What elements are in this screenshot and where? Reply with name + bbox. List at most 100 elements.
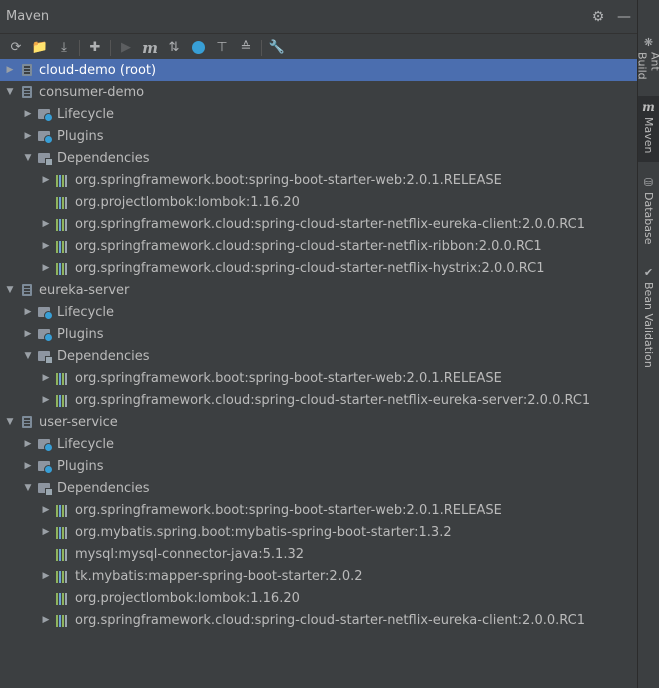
- minimize-icon[interactable]: —: [611, 4, 637, 30]
- tree-node-folder[interactable]: ▶ Plugins: [0, 323, 637, 345]
- tree-node-dependency[interactable]: ▶ org.springframework.cloud:spring-cloud-…: [0, 389, 637, 411]
- expanded-arrow-icon[interactable]: ▼: [3, 411, 17, 433]
- settings-wrench-icon[interactable]: 🔧: [265, 36, 289, 60]
- plus-icon[interactable]: ✚: [83, 36, 107, 60]
- tree-node-label: Plugins: [57, 326, 104, 342]
- tool-window-header: Maven ⚙ —: [0, 0, 637, 34]
- bean-validation-icon: ✔: [643, 266, 654, 279]
- collapsed-arrow-icon[interactable]: ▶: [39, 389, 53, 411]
- tree-node-dependency[interactable]: ▶org.projectlombok:lombok:1.16.20: [0, 587, 637, 609]
- tree-node-dependency[interactable]: ▶ org.springframework.cloud:spring-cloud-…: [0, 235, 637, 257]
- tree-node-label: mysql:mysql-connector-java:5.1.32: [75, 546, 305, 562]
- collapsed-arrow-icon[interactable]: ▶: [39, 213, 53, 235]
- collapsed-arrow-icon[interactable]: ▶: [39, 499, 53, 521]
- tree-node-folder[interactable]: ▶ Lifecycle: [0, 301, 637, 323]
- library-icon: [55, 525, 71, 539]
- tree-node-label: org.springframework.boot:spring-boot-sta…: [75, 370, 502, 386]
- tree-node-label: org.projectlombok:lombok:1.16.20: [75, 194, 300, 210]
- stripe-button-ant-build[interactable]: ❋ Ant Build: [635, 32, 659, 92]
- maven-module-icon: [19, 62, 35, 78]
- maven-module-icon: [19, 282, 35, 298]
- tree-node-label: Plugins: [57, 458, 104, 474]
- maven-toolbar: ⟳ 📁 ⤓ ✚ ▶ m ⇅ ⊤ ≙ 🔧: [0, 34, 637, 62]
- add-maven-project-icon[interactable]: 📁: [28, 36, 52, 60]
- tree-node-dependency[interactable]: ▶ org.springframework.cloud:spring-cloud-…: [0, 257, 637, 279]
- tree-node-folder[interactable]: ▶ Plugins: [0, 125, 637, 147]
- library-icon: [55, 591, 71, 605]
- tree-node-module[interactable]: ▼ user-service: [0, 411, 637, 433]
- maven-m-icon: m: [642, 100, 655, 114]
- folder-gear-icon: [37, 326, 53, 342]
- collapsed-arrow-icon[interactable]: ▶: [21, 455, 35, 477]
- collapsed-arrow-icon[interactable]: ▶: [39, 609, 53, 631]
- tree-node-folder[interactable]: ▼ Dependencies: [0, 345, 637, 367]
- expanded-arrow-icon[interactable]: ▼: [3, 279, 17, 301]
- tree-node-dependency[interactable]: ▶mysql:mysql-connector-java:5.1.32: [0, 543, 637, 565]
- tree-node-dependency[interactable]: ▶ org.mybatis.spring.boot:mybatis-spring-…: [0, 521, 637, 543]
- tree-node-dependency[interactable]: ▶ org.springframework.boot:spring-boot-st…: [0, 367, 637, 389]
- skip-tests-icon[interactable]: [186, 36, 210, 60]
- tree-node-label: org.mybatis.spring.boot:mybatis-spring-b…: [75, 524, 452, 540]
- tree-node-dependency[interactable]: ▶org.projectlombok:lombok:1.16.20: [0, 191, 637, 213]
- tree-node-module[interactable]: ▼ eureka-server: [0, 279, 637, 301]
- folder-gear-icon: [37, 304, 53, 320]
- stripe-label: Database: [642, 192, 655, 245]
- dependencies-folder-icon: [37, 480, 53, 496]
- tree-node-dependency[interactable]: ▶ org.springframework.cloud:spring-cloud-…: [0, 609, 637, 631]
- tree-node-dependency[interactable]: ▶ org.springframework.cloud:spring-cloud-…: [0, 213, 637, 235]
- tree-node-dependency[interactable]: ▶ org.springframework.boot:spring-boot-st…: [0, 499, 637, 521]
- tree-node-folder[interactable]: ▶ Lifecycle: [0, 433, 637, 455]
- download-sources-icon[interactable]: ⤓: [52, 36, 76, 60]
- collapsed-arrow-icon[interactable]: ▶: [39, 565, 53, 587]
- collapsed-arrow-icon[interactable]: ▶: [21, 433, 35, 455]
- library-icon: [55, 613, 71, 627]
- tree-node-folder[interactable]: ▶ Lifecycle: [0, 103, 637, 125]
- folder-gear-icon: [37, 458, 53, 474]
- stripe-label: Ant Build: [635, 52, 659, 80]
- stripe-button-database[interactable]: ⛁ Database: [638, 172, 659, 252]
- expanded-arrow-icon[interactable]: ▼: [21, 345, 35, 367]
- execute-goal-icon[interactable]: m: [138, 36, 162, 60]
- collapse-all-icon[interactable]: ≙: [234, 36, 258, 60]
- collapsed-arrow-icon[interactable]: ▶: [39, 257, 53, 279]
- stripe-button-maven[interactable]: m Maven: [638, 96, 659, 162]
- toggle-offline-icon[interactable]: ⇅: [162, 36, 186, 60]
- refresh-icon[interactable]: ⟳: [4, 36, 28, 60]
- collapsed-arrow-icon[interactable]: ▶: [3, 59, 17, 81]
- collapsed-arrow-icon[interactable]: ▶: [39, 235, 53, 257]
- tree-node-dependency[interactable]: ▶ org.springframework.boot:spring-boot-st…: [0, 169, 637, 191]
- tree-node-folder[interactable]: ▶ Plugins: [0, 455, 637, 477]
- stripe-label: Bean Validation: [642, 282, 655, 368]
- run-icon[interactable]: ▶: [114, 36, 138, 60]
- toolbar-separator: [110, 39, 111, 56]
- tree-node-module[interactable]: ▶ cloud-demo (root): [0, 59, 637, 81]
- library-icon: [55, 393, 71, 407]
- maven-module-icon: [19, 414, 35, 430]
- panel-title: Maven: [6, 9, 50, 24]
- stripe-button-bean-validation[interactable]: ✔ Bean Validation: [638, 262, 659, 372]
- collapsed-arrow-icon[interactable]: ▶: [39, 521, 53, 543]
- collapsed-arrow-icon[interactable]: ▶: [21, 125, 35, 147]
- expanded-arrow-icon[interactable]: ▼: [21, 477, 35, 499]
- tree-node-label: org.springframework.cloud:spring-cloud-s…: [75, 216, 585, 232]
- library-icon: [55, 261, 71, 275]
- collapsed-arrow-icon[interactable]: ▶: [21, 323, 35, 345]
- tree-node-folder[interactable]: ▼ Dependencies: [0, 147, 637, 169]
- collapsed-arrow-icon[interactable]: ▶: [39, 367, 53, 389]
- library-icon: [55, 173, 71, 187]
- collapsed-arrow-icon[interactable]: ▶: [21, 103, 35, 125]
- tree-node-folder[interactable]: ▼ Dependencies: [0, 477, 637, 499]
- dependencies-folder-icon: [37, 150, 53, 166]
- tree-node-module[interactable]: ▼ consumer-demo: [0, 81, 637, 103]
- expanded-arrow-icon[interactable]: ▼: [21, 147, 35, 169]
- library-icon: [55, 217, 71, 231]
- collapsed-arrow-icon[interactable]: ▶: [21, 301, 35, 323]
- tree-node-dependency[interactable]: ▶ tk.mybatis:mapper-spring-boot-starter:2…: [0, 565, 637, 587]
- gear-icon[interactable]: ⚙: [585, 4, 611, 30]
- collapsed-arrow-icon[interactable]: ▶: [39, 169, 53, 191]
- tree-node-label: Lifecycle: [57, 436, 115, 452]
- show-dependencies-icon[interactable]: ⊤: [210, 36, 234, 60]
- expanded-arrow-icon[interactable]: ▼: [3, 81, 17, 103]
- library-icon: [55, 371, 71, 385]
- tree-node-label: Dependencies: [57, 348, 150, 364]
